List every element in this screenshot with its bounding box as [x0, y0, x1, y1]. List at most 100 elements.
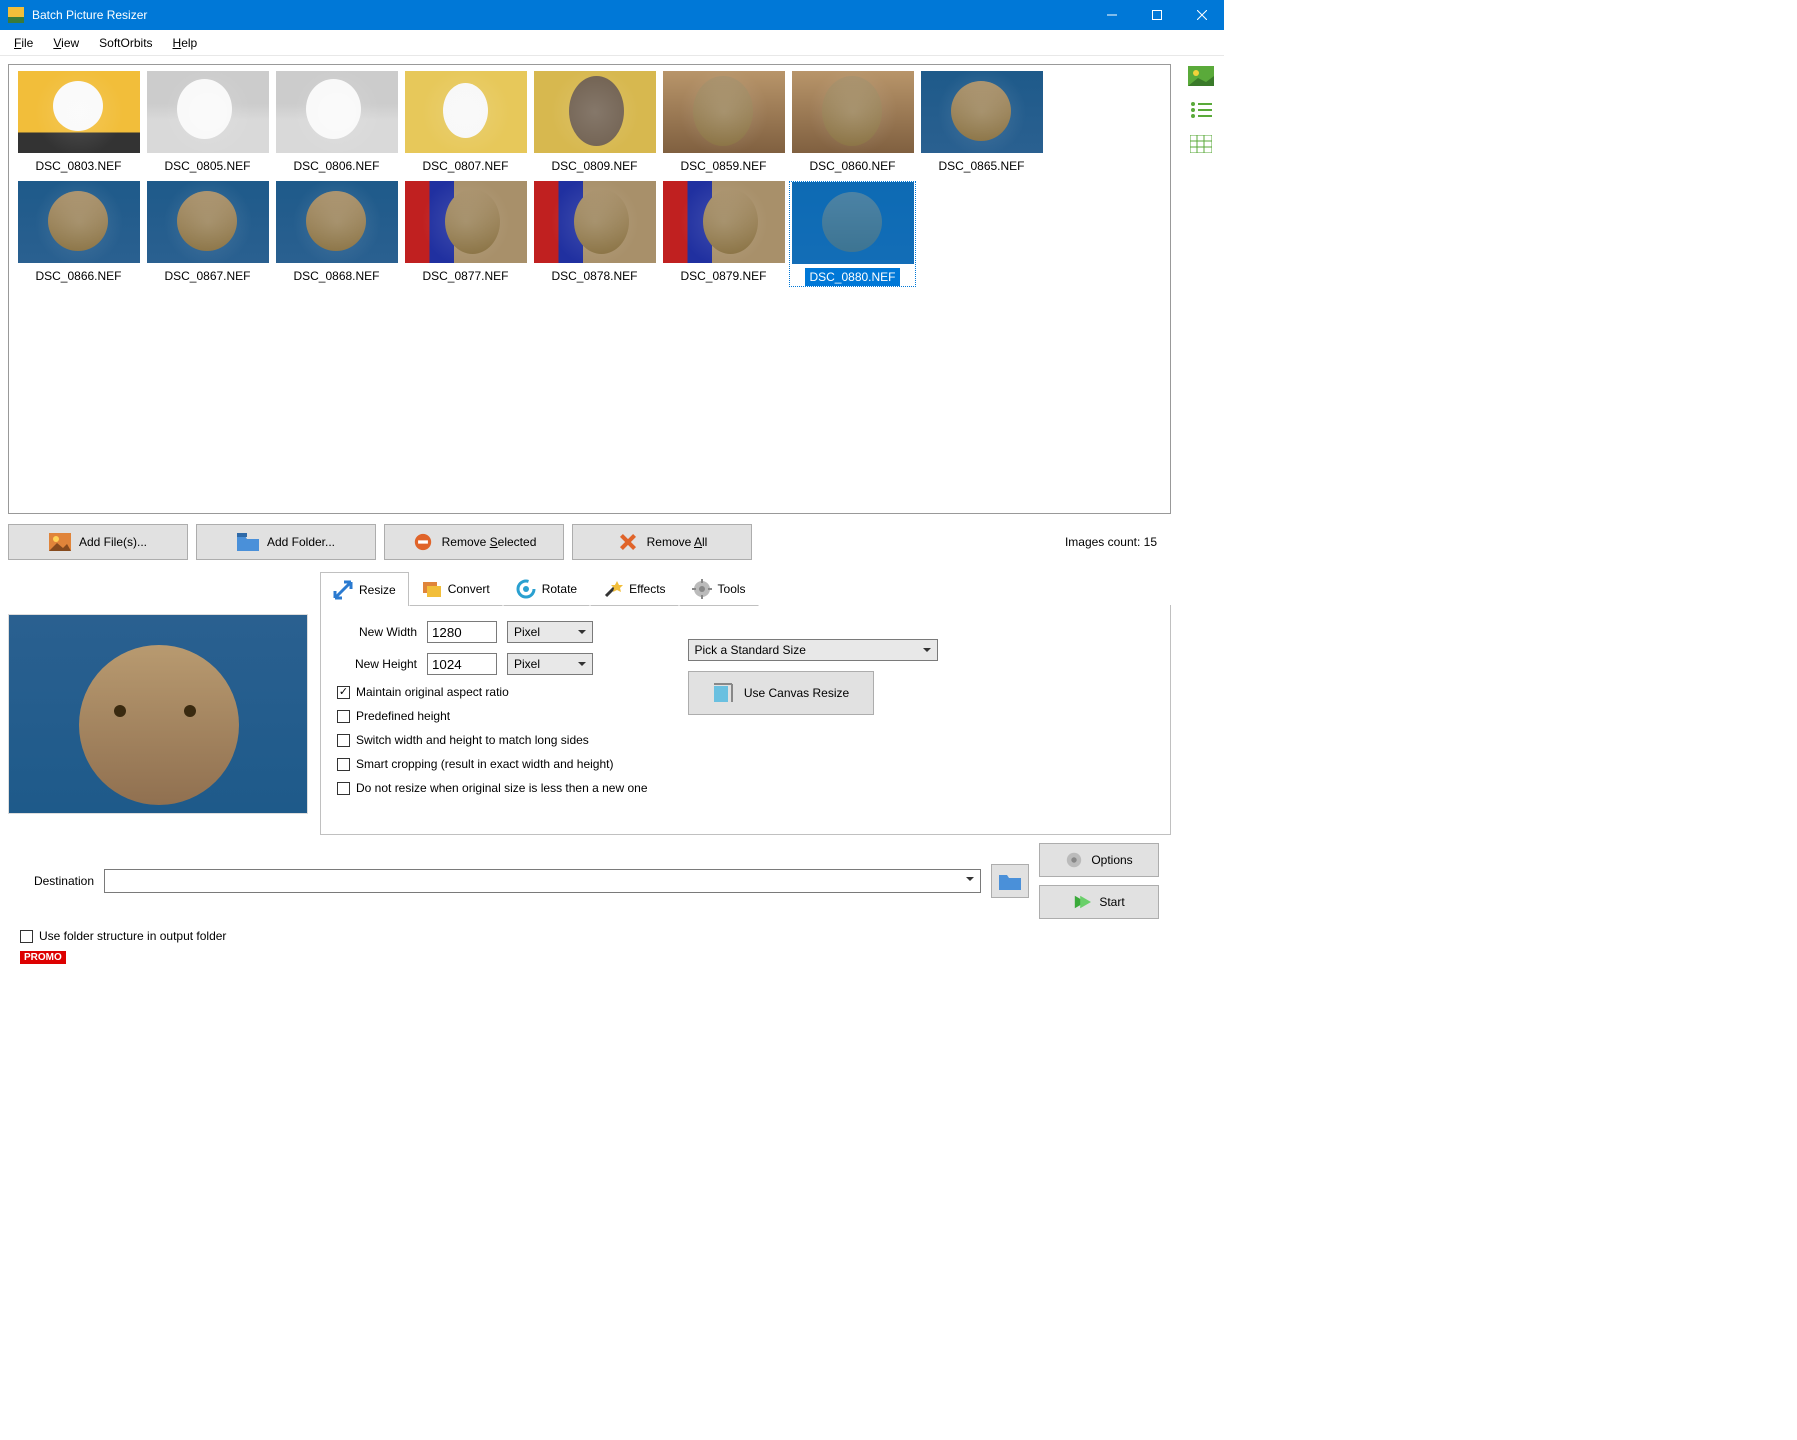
tools-icon: [692, 579, 712, 599]
tab-convert-label: Convert: [448, 582, 490, 596]
switch-sides-checkbox[interactable]: [337, 734, 350, 747]
thumbnail-label: DSC_0805.NEF: [160, 157, 254, 175]
thumbnail-image: [147, 181, 269, 263]
menu-file[interactable]: File: [6, 33, 41, 53]
image-icon: [49, 533, 71, 551]
thumbnail-item[interactable]: DSC_0865.NEF: [918, 71, 1045, 175]
tab-rotate[interactable]: Rotate: [503, 572, 590, 606]
menubar: File View SoftOrbits Help: [0, 30, 1224, 56]
tab-effects-label: Effects: [629, 582, 665, 596]
options-label: Options: [1091, 853, 1132, 867]
destination-combobox[interactable]: [104, 869, 981, 893]
thumbnail-label: DSC_0865.NEF: [934, 157, 1028, 175]
thumbnail-item[interactable]: DSC_0866.NEF: [15, 181, 142, 287]
thumbnail-item[interactable]: DSC_0809.NEF: [531, 71, 658, 175]
thumbnail-label: DSC_0878.NEF: [547, 267, 641, 285]
destination-label: Destination: [20, 874, 94, 888]
add-folder-button[interactable]: Add Folder...: [196, 524, 376, 560]
thumbnail-item[interactable]: DSC_0867.NEF: [144, 181, 271, 287]
menu-softorbits[interactable]: SoftOrbits: [91, 33, 160, 53]
convert-icon: [422, 579, 442, 599]
smart-crop-label: Smart cropping (result in exact width an…: [356, 757, 613, 771]
tab-tools[interactable]: Tools: [679, 572, 759, 606]
remove-all-icon: [617, 533, 639, 551]
canvas-resize-button[interactable]: Use Canvas Resize: [688, 671, 874, 715]
thumbnail-item[interactable]: DSC_0877.NEF: [402, 181, 529, 287]
view-thumbnails-button[interactable]: [1185, 64, 1217, 88]
predefined-height-checkbox[interactable]: [337, 710, 350, 723]
thumbnail-item[interactable]: DSC_0860.NEF: [789, 71, 916, 175]
thumbnail-image: [792, 182, 914, 264]
tab-resize-label: Resize: [359, 583, 396, 597]
thumbnail-label: DSC_0880.NEF: [805, 268, 899, 286]
tab-resize[interactable]: Resize: [320, 572, 409, 606]
remove-all-label: Remove All: [647, 535, 708, 549]
thumbnail-image: [18, 181, 140, 263]
app-icon: [8, 7, 24, 23]
thumbnail-item[interactable]: DSC_0878.NEF: [531, 181, 658, 287]
new-height-input[interactable]: [427, 653, 497, 675]
thumbnail-image: [792, 71, 914, 153]
folder-icon: [237, 533, 259, 551]
menu-help[interactable]: Help: [165, 33, 206, 53]
menu-view[interactable]: View: [45, 33, 87, 53]
thumbnail-item[interactable]: DSC_0805.NEF: [144, 71, 271, 175]
remove-selected-button[interactable]: Remove Selected: [384, 524, 564, 560]
thumbnail-item[interactable]: DSC_0868.NEF: [273, 181, 400, 287]
images-count: Images count: 15: [1065, 535, 1171, 549]
thumbnail-image: [276, 71, 398, 153]
thumbnail-label: DSC_0859.NEF: [676, 157, 770, 175]
thumbnail-item[interactable]: DSC_0859.NEF: [660, 71, 787, 175]
thumbnail-label: DSC_0803.NEF: [31, 157, 125, 175]
titlebar: Batch Picture Resizer: [0, 0, 1224, 30]
tab-convert[interactable]: Convert: [409, 572, 503, 606]
canvas-icon: [712, 682, 734, 704]
browse-destination-button[interactable]: [991, 864, 1029, 898]
add-folder-label: Add Folder...: [267, 535, 335, 549]
start-button[interactable]: Start: [1039, 885, 1159, 919]
maximize-button[interactable]: [1134, 0, 1179, 30]
use-folder-structure-checkbox[interactable]: [20, 930, 33, 943]
thumbnail-pane[interactable]: DSC_0803.NEF DSC_0805.NEF DSC_0806.NEF DSC_…: [8, 64, 1171, 514]
thumbnail-item[interactable]: DSC_0806.NEF: [273, 71, 400, 175]
aspect-ratio-checkbox[interactable]: [337, 686, 350, 699]
new-width-input[interactable]: [427, 621, 497, 643]
tab-effects[interactable]: Effects: [590, 572, 678, 606]
use-folder-structure-label: Use folder structure in output folder: [39, 929, 226, 943]
thumbnail-item[interactable]: DSC_0879.NEF: [660, 181, 787, 287]
view-list-button[interactable]: [1185, 98, 1217, 122]
aspect-ratio-label: Maintain original aspect ratio: [356, 685, 509, 699]
remove-all-button[interactable]: Remove All: [572, 524, 752, 560]
thumbnail-label: DSC_0806.NEF: [289, 157, 383, 175]
thumbnail-label: DSC_0807.NEF: [418, 157, 512, 175]
thumbnail-image: [147, 71, 269, 153]
thumbnail-image: [663, 181, 785, 263]
new-height-label: New Height: [337, 657, 417, 671]
thumbnail-image: [663, 71, 785, 153]
thumbnail-label: DSC_0868.NEF: [289, 267, 383, 285]
thumbnail-item[interactable]: DSC_0807.NEF: [402, 71, 529, 175]
standard-size-select[interactable]: Pick a Standard Size: [688, 639, 938, 661]
width-unit-select[interactable]: Pixel: [507, 621, 593, 643]
new-width-label: New Width: [337, 625, 417, 639]
list-icon: [1190, 101, 1212, 119]
promo-badge[interactable]: PROMO: [20, 951, 66, 964]
view-details-button[interactable]: [1185, 132, 1217, 156]
thumbnail-image: [405, 181, 527, 263]
minimize-button[interactable]: [1089, 0, 1134, 30]
tab-tools-label: Tools: [718, 582, 746, 596]
folder-open-icon: [999, 872, 1021, 890]
smart-crop-checkbox[interactable]: [337, 758, 350, 771]
height-unit-select[interactable]: Pixel: [507, 653, 593, 675]
close-button[interactable]: [1179, 0, 1224, 30]
no-resize-checkbox[interactable]: [337, 782, 350, 795]
thumbnail-label: DSC_0809.NEF: [547, 157, 641, 175]
switch-sides-label: Switch width and height to match long si…: [356, 733, 589, 747]
tab-rotate-label: Rotate: [542, 582, 577, 596]
thumbnail-item[interactable]: DSC_0803.NEF: [15, 71, 142, 175]
add-files-button[interactable]: Add File(s)...: [8, 524, 188, 560]
options-button[interactable]: Options: [1039, 843, 1159, 877]
thumbnail-item[interactable]: DSC_0880.NEF: [789, 181, 916, 287]
thumbnail-label: DSC_0866.NEF: [31, 267, 125, 285]
play-icon: [1073, 893, 1091, 911]
